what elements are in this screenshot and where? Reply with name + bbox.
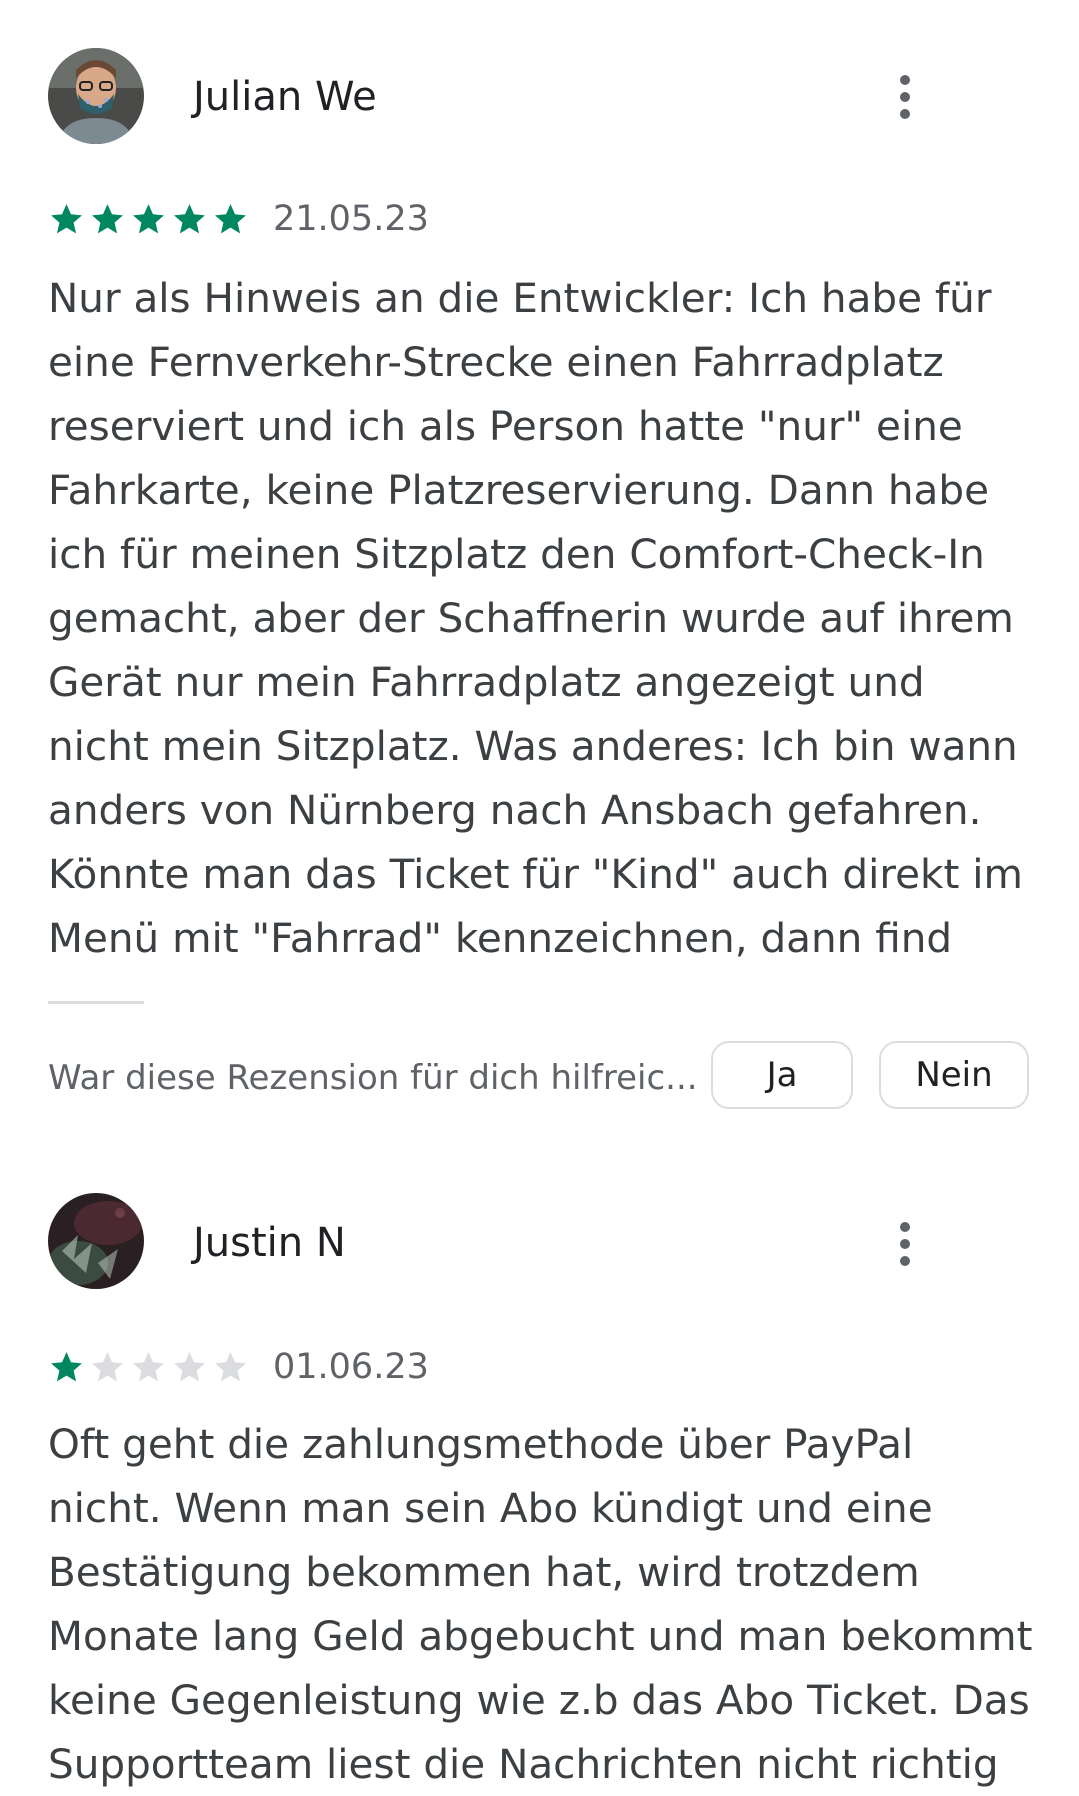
review-date: 21.05.23 <box>273 199 429 239</box>
review-text-line: eine Fernverkehr-Strecke einen Fahrradpl… <box>48 338 944 386</box>
review-text-line: Nur als Hinweis an die Entwickler: Ich h… <box>48 274 992 322</box>
review-text: Nur als Hinweis an die Entwickler: Ich h… <box>48 266 1028 970</box>
star-empty-icon <box>92 1351 123 1381</box>
review-text: Oft geht die zahlungsmethode über PayPal… <box>48 1412 1033 1796</box>
star-rating <box>48 1349 249 1386</box>
review-text-line: nicht. Wenn man sein Abo kündigt und ein… <box>48 1484 933 1532</box>
helpful-no-button[interactable]: Nein <box>879 1041 1029 1109</box>
helpful-yes-button[interactable]: Ja <box>711 1041 853 1109</box>
more-options-button[interactable] <box>885 67 925 127</box>
star-filled-icon <box>92 203 123 233</box>
rating-row: 01.06.23 <box>48 1345 429 1389</box>
reviewer-name: Julian We <box>193 74 377 120</box>
helpful-row: War diese Rezension für dich hilfreic...… <box>48 1041 1048 1111</box>
star-rating <box>48 201 249 238</box>
more-vert-icon <box>900 1222 910 1232</box>
reviewer-avatar <box>48 48 144 144</box>
star-filled-icon <box>51 203 82 233</box>
reviewer-avatar <box>48 1193 144 1289</box>
review-text-line: Oft geht die zahlungsmethode über PayPal <box>48 1420 914 1468</box>
more-options-button[interactable] <box>885 1214 925 1274</box>
helpful-question: War diese Rezension für dich hilfreic... <box>48 1058 698 1098</box>
rating-row: 21.05.23 <box>48 197 429 241</box>
review-date: 01.06.23 <box>273 1347 429 1387</box>
review-text-line: Monate lang Geld abgebucht und man bekom… <box>48 1612 1033 1660</box>
more-vert-icon <box>900 75 910 85</box>
dark-photo-avatar-icon <box>48 1193 144 1289</box>
review-text-line: nicht mein Sitzplatz. Was anderes: Ich b… <box>48 722 1018 770</box>
star-filled-icon <box>51 1351 82 1381</box>
divider <box>48 1001 144 1004</box>
review-text-line: ich für meinen Sitzplatz den Comfort-Che… <box>48 530 985 578</box>
review-text-line: Fahrkarte, keine Platzreservierung. Dann… <box>48 466 989 514</box>
star-empty-icon <box>174 1351 205 1381</box>
review-text-line: Gerät nur mein Fahrradplatz angezeigt un… <box>48 658 925 706</box>
more-vert-icon-dot <box>900 92 910 102</box>
star-filled-icon <box>133 203 164 233</box>
reviewer-name: Justin N <box>193 1220 346 1266</box>
review-text-line: Menü mit "Fahrrad" kennzeichnen, dann fi… <box>48 914 953 962</box>
star-filled-icon <box>174 203 205 233</box>
star-empty-icon <box>215 1351 246 1381</box>
review-text-line: Supportteam liest die Nachrichten nicht … <box>48 1740 999 1788</box>
review-text-line: Bestätigung bekommen hat, wird trotzdem <box>48 1548 920 1596</box>
review-text-line: Könnte man das Ticket für "Kind" auch di… <box>48 850 1023 898</box>
more-vert-icon-dot <box>900 1239 910 1249</box>
more-vert-icon-dot <box>900 1256 910 1266</box>
more-vert-icon-dot <box>900 109 910 119</box>
person-avatar-icon <box>48 48 144 144</box>
review-text-line: anders von Nürnberg nach Ansbach gefahre… <box>48 786 982 834</box>
star-filled-icon <box>215 203 246 233</box>
review-text-line: reserviert und ich als Person hatte "nur… <box>48 402 963 450</box>
review-text-line: gemacht, aber der Schaffnerin wurde auf … <box>48 594 1014 642</box>
star-empty-icon <box>133 1351 164 1381</box>
review-text-line: keine Gegenleistung wie z.b das Abo Tick… <box>48 1676 1030 1724</box>
